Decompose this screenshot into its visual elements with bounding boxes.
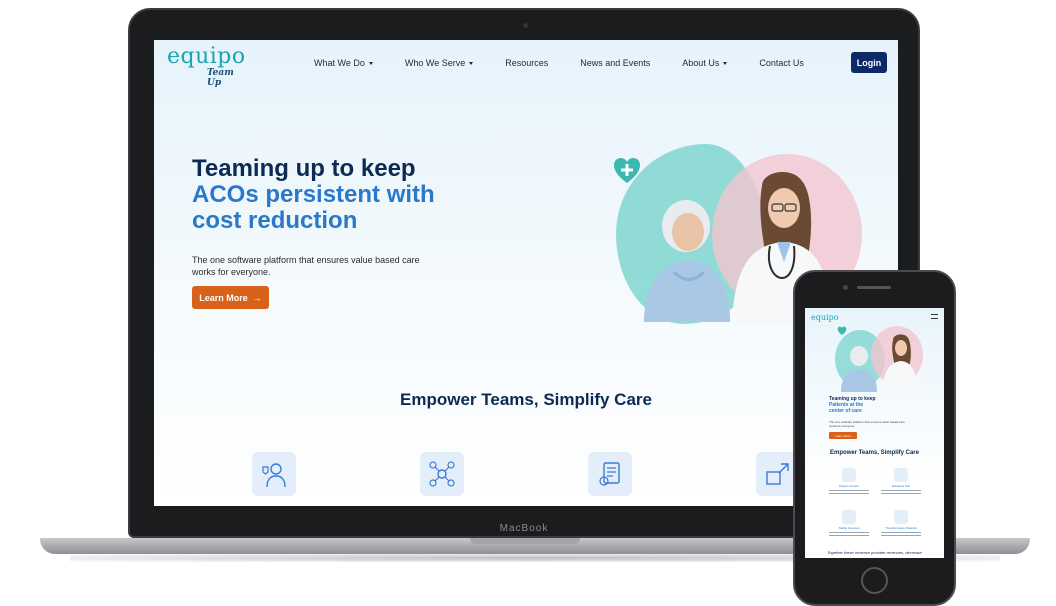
laptop-screen: equipo Team Up What We Do Who We Serve R… xyxy=(154,40,898,506)
nav-item-resources[interactable]: Resources xyxy=(505,58,548,68)
text-line xyxy=(829,532,869,533)
text-line xyxy=(881,493,921,494)
heart-plus-icon xyxy=(837,326,847,335)
phone-device: equipo Teaming up to keep Patients at th… xyxy=(793,270,956,606)
nav-item-contact-us[interactable]: Contact Us xyxy=(759,58,804,68)
hero-title-line: Teaming up to keep xyxy=(192,155,416,182)
nav-links: What We Do Who We Serve Resources News a… xyxy=(314,40,836,86)
laptop-camera xyxy=(523,23,528,28)
caret-down-icon xyxy=(368,61,373,65)
hero-description: The one software platform that ensures v… xyxy=(192,255,420,277)
logo-tagline: Team Up xyxy=(207,68,234,88)
learn-more-label: Learn More xyxy=(199,292,248,303)
nav-item-label: About Us xyxy=(682,58,720,68)
phone-camera xyxy=(843,285,848,290)
mobile-footer-text: Together these increase provider revenue… xyxy=(827,550,922,555)
laptop-notch xyxy=(470,538,580,544)
mobile-feature-title: Evidence first xyxy=(891,484,910,488)
mobile-hero-title: Teaming up to keep Patients at the cente… xyxy=(829,396,929,414)
caret-down-icon xyxy=(469,61,474,65)
mobile-feature-card: Payers Centric xyxy=(827,468,871,498)
mobile-learn-more-button[interactable]: Learn More xyxy=(829,432,857,439)
mobile-feature-grid: Payers Centric Evidence first Stable Foc… xyxy=(825,468,925,548)
nav-item-about-us[interactable]: About Us xyxy=(682,58,728,68)
caret-down-icon xyxy=(723,61,728,65)
elderly-patient-image xyxy=(841,346,877,392)
nav-item-label: What We Do xyxy=(314,58,365,68)
phone-home-button xyxy=(861,567,888,594)
mobile-feature-title: Stable Focused xyxy=(838,526,860,530)
logo-wordmark: equipo xyxy=(167,44,246,69)
feature-icon xyxy=(894,510,908,524)
nav-item-label: News and Events xyxy=(580,58,651,68)
feature-icons-row xyxy=(252,452,812,502)
mobile-feature-title: Transformative Patients xyxy=(885,526,917,530)
text-line xyxy=(829,535,869,536)
hero-title: Teaming up to keep ACOs persistent with … xyxy=(192,156,492,234)
equipo-logo[interactable]: equipo Team Up xyxy=(167,44,247,89)
nav-item-news-and-events[interactable]: News and Events xyxy=(580,58,650,68)
hamburger-menu-icon[interactable] xyxy=(931,314,938,319)
desktop-website: equipo Team Up What We Do Who We Serve R… xyxy=(154,40,898,506)
mobile-hero-title-line: center of care xyxy=(829,408,862,414)
nav-item-who-we-serve[interactable]: Who We Serve xyxy=(404,58,474,68)
feature-icon xyxy=(842,468,856,482)
top-navigation: equipo Team Up What We Do Who We Serve R… xyxy=(154,40,898,89)
mobile-section-title: Empower Teams, Simplify Care xyxy=(830,450,919,456)
documents-icon xyxy=(588,452,632,496)
doctor-image xyxy=(882,334,917,392)
care-team-icon xyxy=(252,452,296,496)
mobile-feature-card: Evidence first xyxy=(879,468,923,498)
elderly-patient-image xyxy=(644,200,730,322)
mobile-feature-card: Stable Focused xyxy=(827,510,871,540)
learn-more-button[interactable]: Learn More → xyxy=(192,286,269,309)
mobile-logo[interactable]: equipo xyxy=(811,313,839,322)
network-icon xyxy=(420,452,464,496)
arrow-right-icon: → xyxy=(252,292,262,303)
mobile-hero-illustration xyxy=(835,324,925,394)
phone-screen: equipo Teaming up to keep Patients at th… xyxy=(805,308,944,558)
nav-item-label: Who We Serve xyxy=(404,58,466,68)
section-title: Empower Teams, Simplify Care xyxy=(400,390,652,409)
mobile-feature-card: Transformative Patients xyxy=(879,510,923,540)
phone-speaker xyxy=(857,286,891,289)
nav-item-what-we-do[interactable]: What We Do xyxy=(314,58,373,68)
heart-plus-icon xyxy=(614,158,640,183)
mobile-hero-description: The one software platform that ensures v… xyxy=(829,420,905,428)
nav-item-label: Resources xyxy=(505,58,549,68)
hero-title-line: ACOs persistent with xyxy=(192,181,435,208)
text-line xyxy=(829,490,869,491)
mobile-feature-title: Payers Centric xyxy=(839,484,859,488)
hero-title-line: cost reduction xyxy=(192,207,358,234)
feature-icon xyxy=(842,510,856,524)
text-line xyxy=(881,535,921,536)
login-button[interactable]: Login xyxy=(851,52,887,73)
feature-icon xyxy=(894,468,908,482)
text-line xyxy=(829,493,869,494)
device-mockup: equipo Team Up What We Do Who We Serve R… xyxy=(0,0,1056,606)
text-line xyxy=(881,490,921,491)
text-line xyxy=(881,532,921,533)
nav-item-label: Contact Us xyxy=(759,58,804,68)
